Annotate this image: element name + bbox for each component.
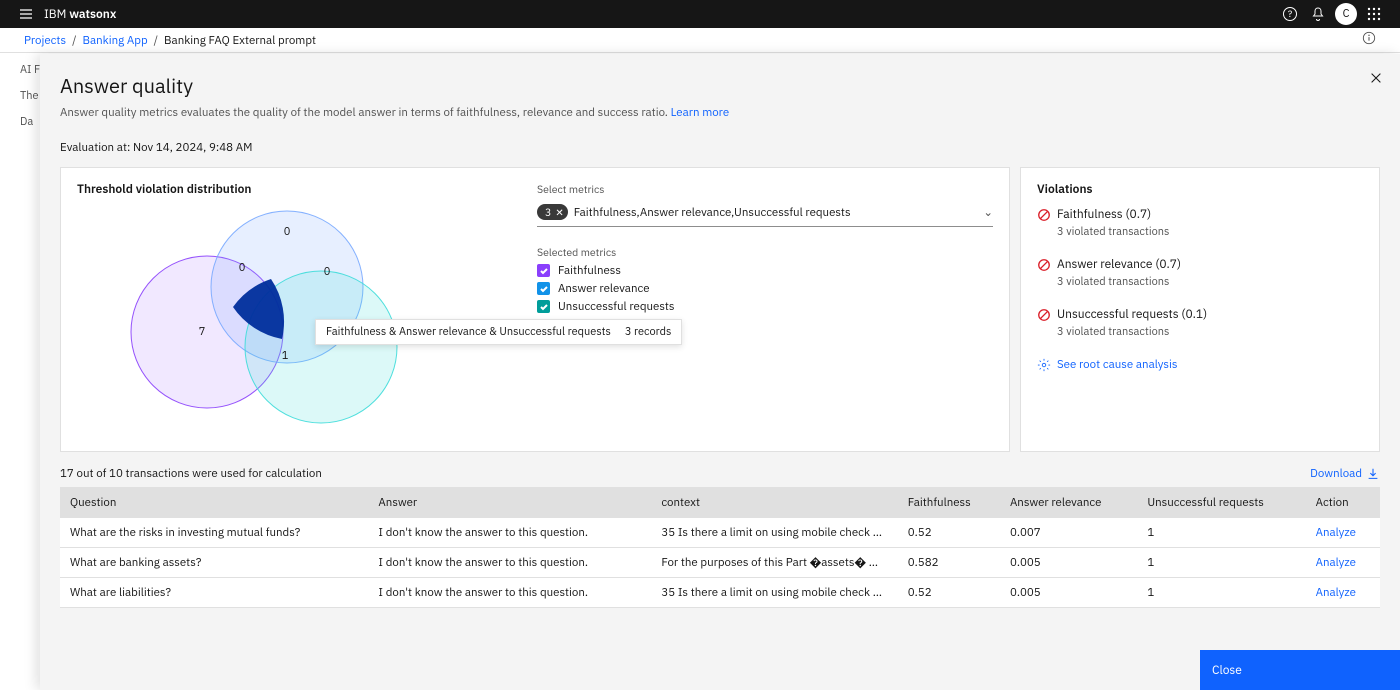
analysis-icon: [1037, 358, 1051, 372]
analyze-link[interactable]: Analyze: [1306, 548, 1380, 578]
avatar[interactable]: C: [1332, 0, 1360, 28]
info-icon[interactable]: [1362, 31, 1376, 49]
venn-diagram: 7 0 0 0 1 4 Faithfulness & Answer releva…: [77, 207, 517, 437]
violation-faithfulness: Faithfulness (0.7) 3 violated transactio…: [1037, 207, 1363, 239]
app-switcher-icon[interactable]: [1360, 0, 1388, 28]
checkbox-icon: [537, 300, 550, 313]
svg-text:?: ?: [1288, 9, 1292, 20]
evaluation-timestamp: Evaluation at: Nov 14, 2024, 9:48 AM: [60, 140, 1380, 155]
breadcrumb-projects[interactable]: Projects: [24, 33, 66, 48]
violation-icon: [1037, 258, 1051, 272]
violation-unsuccessful-requests: Unsuccessful requests (0.1) 3 violated t…: [1037, 307, 1363, 339]
breadcrumb-current: Banking FAQ External prompt: [164, 33, 316, 48]
close-button[interactable]: Close: [1200, 650, 1400, 690]
col-answer-relevance[interactable]: Answer relevance: [1000, 487, 1137, 518]
root-cause-analysis-link[interactable]: See root cause analysis: [1037, 357, 1363, 372]
analyze-link[interactable]: Analyze: [1306, 578, 1380, 608]
violation-icon: [1037, 208, 1051, 222]
col-faithfulness[interactable]: Faithfulness: [898, 487, 1000, 518]
svg-text:7: 7: [199, 325, 206, 339]
hamburger-menu[interactable]: [12, 0, 40, 28]
transactions-table: Question Answer context Faithfulness Ans…: [60, 487, 1380, 608]
violation-icon: [1037, 308, 1051, 322]
col-question[interactable]: Question: [60, 487, 368, 518]
brand-product: watsonx: [69, 7, 116, 22]
notification-icon[interactable]: [1304, 0, 1332, 28]
col-context[interactable]: context: [651, 487, 897, 518]
col-action[interactable]: Action: [1306, 487, 1380, 518]
violation-answer-relevance: Answer relevance (0.7) 3 violated transa…: [1037, 257, 1363, 289]
svg-text:1: 1: [282, 349, 289, 363]
analyze-link[interactable]: Analyze: [1306, 518, 1380, 548]
venn-title: Threshold violation distribution: [77, 182, 517, 197]
svg-text:0: 0: [324, 265, 331, 279]
page-subtitle: Answer quality metrics evaluates the qua…: [60, 105, 1380, 120]
learn-more-link[interactable]: Learn more: [671, 105, 730, 120]
svg-text:0: 0: [239, 261, 246, 275]
metrics-multiselect[interactable]: 3 ✕ Faithfulness,Answer relevance,Unsucc…: [537, 200, 993, 227]
download-icon: [1366, 467, 1380, 481]
table-row: What are liabilities? I don't know the a…: [60, 578, 1380, 608]
brand-prefix: IBM: [44, 7, 69, 22]
answer-quality-panel: Answer quality Answer quality metrics ev…: [40, 54, 1400, 690]
violations-title: Violations: [1037, 182, 1363, 197]
brand: IBM watsonx: [44, 7, 116, 22]
col-answer[interactable]: Answer: [368, 487, 651, 518]
metric-checkbox-answer-relevance[interactable]: Answer relevance: [537, 281, 993, 296]
transactions-summary: 17 out of 10 transactions were used for …: [60, 466, 322, 481]
close-icon[interactable]: [1364, 66, 1388, 90]
table-row: What are banking assets? I don't know th…: [60, 548, 1380, 578]
help-icon[interactable]: ?: [1276, 0, 1304, 28]
metric-checkbox-faithfulness[interactable]: Faithfulness: [537, 263, 993, 278]
svg-text:0: 0: [284, 225, 291, 239]
breadcrumb-app[interactable]: Banking App: [82, 33, 147, 48]
download-link[interactable]: Download: [1310, 466, 1380, 481]
page-title: Answer quality: [60, 72, 1380, 99]
metrics-count-pill[interactable]: 3 ✕: [537, 204, 568, 220]
metric-checkbox-unsuccessful-requests[interactable]: Unsuccessful requests: [537, 299, 993, 314]
select-metrics-label: Select metrics: [537, 182, 993, 196]
table-row: What are the risks in investing mutual f…: [60, 518, 1380, 548]
checkbox-icon: [537, 264, 550, 277]
chevron-down-icon: ⌄: [983, 205, 993, 220]
clear-metrics-icon[interactable]: ✕: [555, 206, 563, 219]
venn-tooltip: Faithfulness & Answer relevance & Unsucc…: [315, 319, 682, 345]
checkbox-icon: [537, 282, 550, 295]
col-unsuccessful-requests[interactable]: Unsuccessful requests: [1137, 487, 1305, 518]
selected-metrics-label: Selected metrics: [537, 245, 993, 259]
breadcrumb: Projects / Banking App / Banking FAQ Ext…: [0, 28, 1400, 53]
